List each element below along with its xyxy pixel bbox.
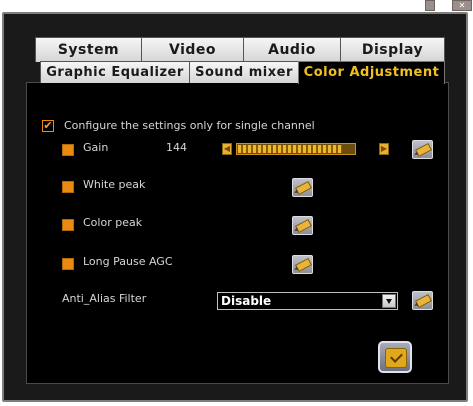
gain-apply-button[interactable] [412,140,433,159]
gain-slider[interactable] [236,143,356,155]
tab-sound-mixer[interactable]: Sound mixer [189,61,299,83]
tab-audio[interactable]: Audio [243,37,341,62]
ok-button[interactable] [378,341,412,373]
single-channel-label: Configure the settings only for single c… [64,119,315,132]
white-peak-label: White peak [83,178,146,191]
gain-value: 144 [166,141,187,154]
close-button[interactable]: ✕ [452,0,472,11]
anti-alias-filter-select[interactable]: Disable [217,292,398,310]
color-peak-checkbox[interactable] [62,219,74,231]
anti-alias-filter-label: Anti_Alias Filter [62,292,147,305]
gain-slider-right-button[interactable]: ▶ [379,143,389,155]
white-peak-checkbox[interactable] [62,181,74,193]
minimize-button[interactable] [425,0,435,11]
long-pause-agc-label: Long Pause AGC [83,255,173,268]
gain-slider-fill [238,145,342,153]
long-pause-agc-apply-button[interactable] [292,255,313,274]
pencil-icon [415,293,432,309]
pencil-icon [295,180,312,196]
color-peak-label: Color peak [83,216,143,229]
tab-color-adjustment[interactable]: Color Adjustment [298,61,445,84]
pencil-icon [295,218,312,234]
gain-slider-left-button[interactable]: ◀ [222,143,232,155]
single-channel-checkbox[interactable]: ✔ [42,120,54,132]
close-icon: ✕ [458,1,466,10]
tab-video[interactable]: Video [141,37,244,62]
color-peak-apply-button[interactable] [292,216,313,235]
long-pause-agc-checkbox[interactable] [62,258,74,270]
white-peak-apply-button[interactable] [292,178,313,197]
pencil-icon [295,257,312,273]
gain-label: Gain [83,141,109,154]
title-bar: ✕ [0,0,473,12]
tab-graphic-equalizer[interactable]: Graphic Equalizer [40,61,190,83]
checkmark-icon: ✔ [43,119,53,132]
arrow-left-icon: ◀ [223,144,231,153]
tab-system[interactable]: System [35,37,142,62]
arrow-right-icon: ▶ [380,144,388,153]
checkmark-icon [385,348,407,368]
anti-alias-apply-button[interactable] [412,291,433,310]
anti-alias-filter-value: Disable [221,294,272,308]
pencil-icon [415,142,432,158]
tab-display[interactable]: Display [340,37,445,62]
gain-checkbox[interactable] [62,144,74,156]
chevron-down-icon[interactable] [382,294,396,308]
